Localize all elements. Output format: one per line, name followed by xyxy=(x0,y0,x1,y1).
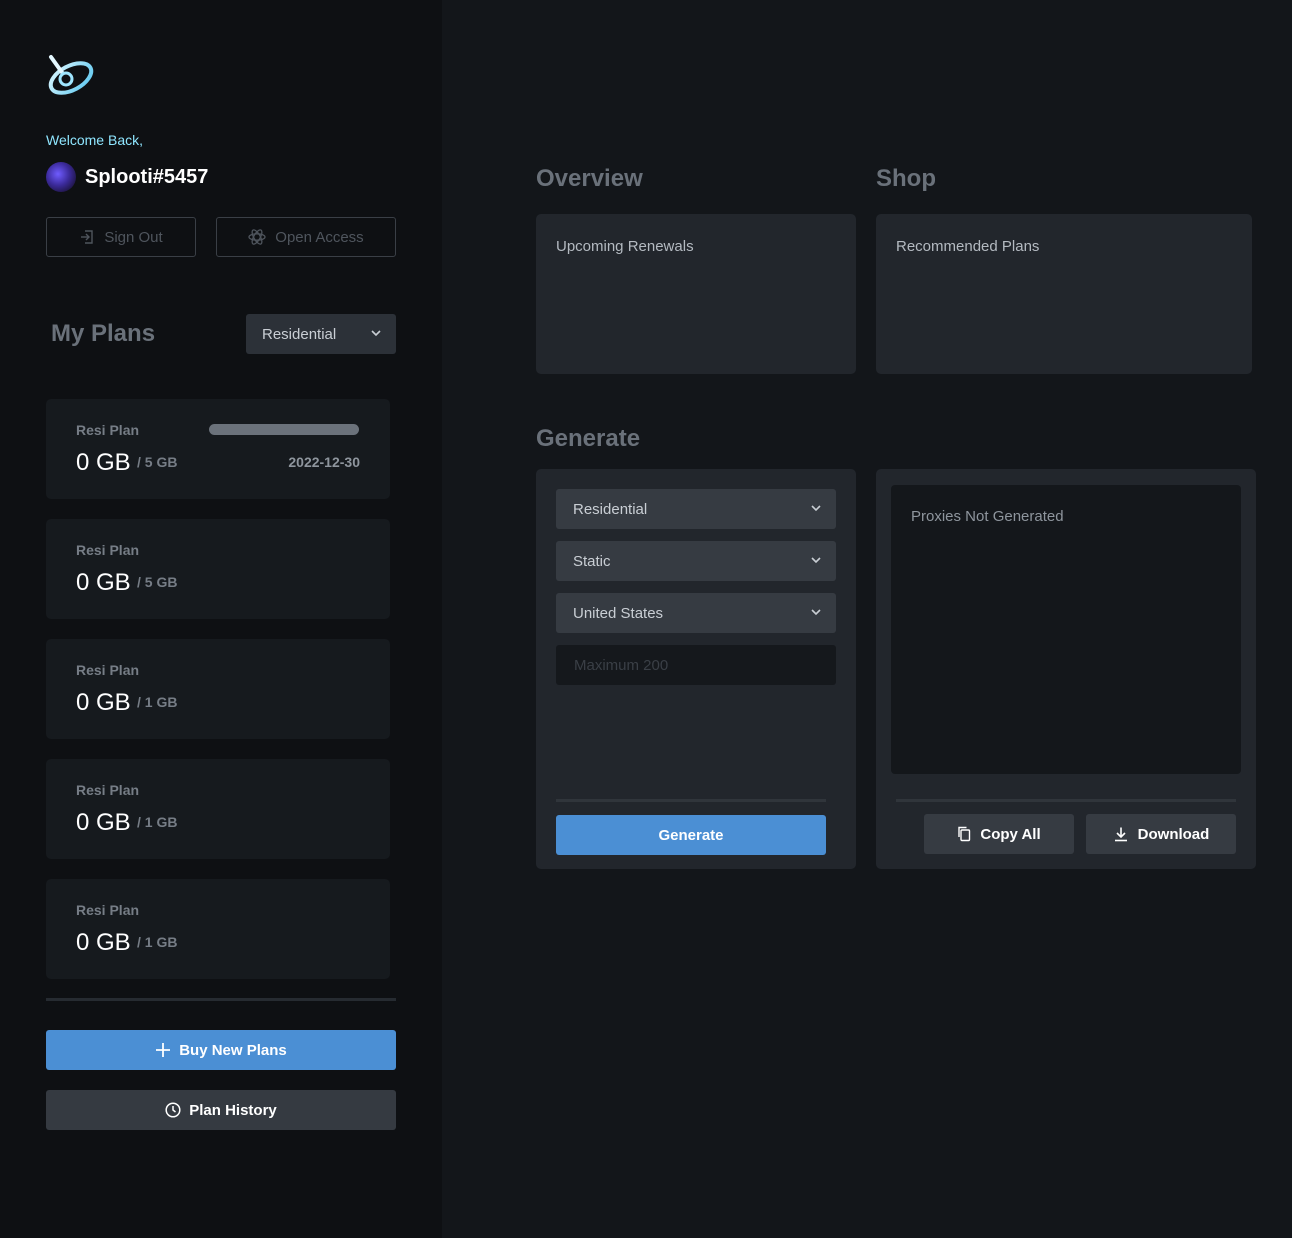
plan-total: / 5 GB xyxy=(137,454,178,470)
sign-out-label: Sign Out xyxy=(104,228,163,246)
plan-type-select[interactable]: Residential xyxy=(246,314,396,354)
overview-title: Overview xyxy=(536,165,643,192)
proxy-mode-value: Static xyxy=(573,552,611,570)
chevron-down-icon xyxy=(371,330,381,337)
download-button[interactable]: Download xyxy=(1086,814,1236,854)
plan-total: / 1 GB xyxy=(137,814,178,830)
copy-all-label: Copy All xyxy=(980,825,1041,843)
clock-icon xyxy=(165,1102,181,1118)
plan-card[interactable]: Resi Plan 0 GB / 5 GB 2022-12-30 xyxy=(46,399,390,499)
plan-card[interactable]: Resi Plan 0 GB / 1 GB xyxy=(46,639,390,739)
plan-used: 0 GB xyxy=(76,929,131,956)
proxy-mode-select[interactable]: Static xyxy=(556,541,836,581)
plan-expiry-date: 2022-12-30 xyxy=(288,454,360,470)
plan-history-button[interactable]: Plan History xyxy=(46,1090,396,1130)
buy-new-plans-label: Buy New Plans xyxy=(179,1041,287,1059)
usage-bar xyxy=(209,424,359,435)
plan-used: 0 GB xyxy=(76,689,131,716)
download-icon xyxy=(1114,827,1127,842)
proxy-output-panel: Proxies Not Generated Copy All Download xyxy=(876,469,1256,869)
generate-title: Generate xyxy=(536,425,641,452)
download-label: Download xyxy=(1137,825,1210,843)
proxy-output-text: Proxies Not Generated xyxy=(911,508,1064,525)
app-logo-icon xyxy=(46,52,96,98)
plan-used: 0 GB xyxy=(76,449,131,476)
plan-total: / 1 GB xyxy=(137,694,178,710)
plan-total: / 1 GB xyxy=(137,934,178,950)
divider xyxy=(896,799,1236,802)
copy-all-button[interactable]: Copy All xyxy=(924,814,1074,854)
proxy-type-select[interactable]: Residential xyxy=(556,489,836,529)
proxy-output-box[interactable]: Proxies Not Generated xyxy=(891,485,1241,774)
plan-total: / 5 GB xyxy=(137,574,178,590)
plan-name: Resi Plan xyxy=(76,542,140,558)
plan-history-label: Plan History xyxy=(189,1101,277,1119)
plan-name: Resi Plan xyxy=(76,782,140,798)
upcoming-renewals-panel: Upcoming Renewals xyxy=(536,214,856,374)
plan-name: Resi Plan xyxy=(76,902,140,918)
quantity-input[interactable] xyxy=(556,645,836,685)
plan-used: 0 GB xyxy=(76,569,131,596)
plan-used: 0 GB xyxy=(76,809,131,836)
generate-form-panel: Residential Static United States Generat… xyxy=(536,469,856,869)
shop-title: Shop xyxy=(876,165,936,192)
buy-new-plans-button[interactable]: Buy New Plans xyxy=(46,1030,396,1070)
sidebar: Welcome Back, Splooti#5457 Sign Out Open… xyxy=(0,0,442,1238)
user-info: Splooti#5457 xyxy=(46,162,208,192)
plus-icon xyxy=(156,1043,171,1057)
plan-card[interactable]: Resi Plan 0 GB / 1 GB xyxy=(46,759,390,859)
generate-button[interactable]: Generate xyxy=(556,815,826,855)
atom-icon xyxy=(248,229,266,245)
divider xyxy=(46,998,396,1001)
country-value: United States xyxy=(573,604,664,622)
copy-icon xyxy=(958,826,971,842)
chevron-down-icon xyxy=(811,609,821,616)
plan-card[interactable]: Resi Plan 0 GB / 5 GB xyxy=(46,519,390,619)
avatar xyxy=(46,162,76,192)
chevron-down-icon xyxy=(811,505,821,512)
open-access-button[interactable]: Open Access xyxy=(216,217,396,257)
plan-name: Resi Plan xyxy=(76,662,140,678)
generate-button-label: Generate xyxy=(658,826,724,844)
country-select[interactable]: United States xyxy=(556,593,836,633)
plan-type-value: Residential xyxy=(262,325,337,343)
my-plans-title: My Plans xyxy=(51,320,156,347)
proxy-type-value: Residential xyxy=(573,500,648,518)
recommended-plans-panel: Recommended Plans xyxy=(876,214,1252,374)
divider xyxy=(556,799,826,802)
sign-out-button[interactable]: Sign Out xyxy=(46,217,196,257)
plan-name: Resi Plan xyxy=(76,422,140,438)
recommended-plans-label: Recommended Plans xyxy=(896,238,1040,255)
sign-out-icon xyxy=(81,230,94,244)
open-access-label: Open Access xyxy=(275,228,364,246)
chevron-down-icon xyxy=(811,557,821,564)
plan-card[interactable]: Resi Plan 0 GB / 1 GB xyxy=(46,879,390,979)
welcome-text: Welcome Back, xyxy=(46,132,143,148)
username: Splooti#5457 xyxy=(85,165,209,188)
upcoming-renewals-label: Upcoming Renewals xyxy=(556,238,694,255)
